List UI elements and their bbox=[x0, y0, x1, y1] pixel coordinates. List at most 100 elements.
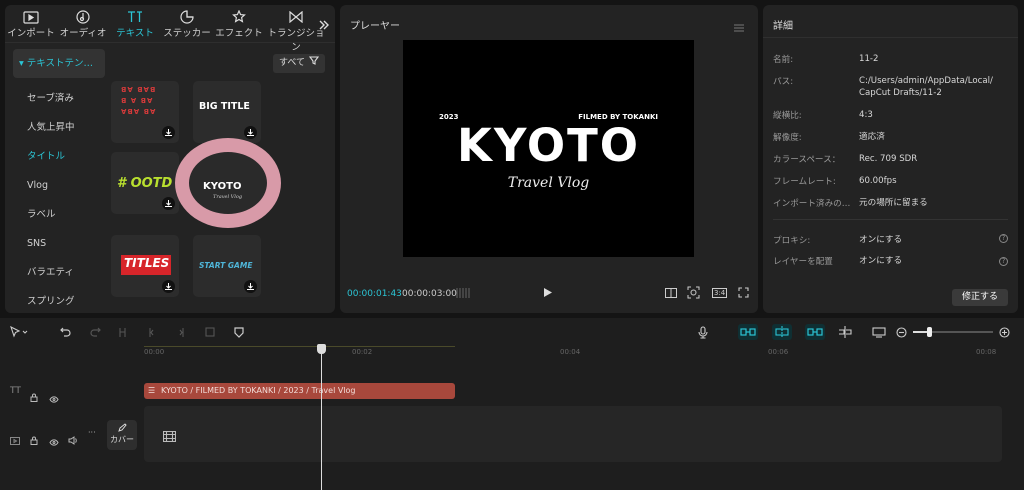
detail-row-layer: レイヤーを配置 オンにする bbox=[773, 255, 903, 267]
delete-icon bbox=[205, 324, 215, 340]
magnet-link-icon[interactable] bbox=[738, 324, 758, 340]
lock-icon[interactable] bbox=[30, 430, 38, 449]
download-icon[interactable] bbox=[162, 280, 175, 293]
play-icon[interactable] bbox=[543, 287, 553, 301]
sidebar-item-title[interactable]: タイトル bbox=[13, 142, 105, 171]
film-icon bbox=[162, 427, 177, 446]
auto-snap-icon[interactable] bbox=[772, 324, 792, 340]
player-title: プレーヤー bbox=[350, 21, 400, 32]
tab-transition[interactable]: トランジション bbox=[265, 5, 327, 53]
timeline-panel: 00:00 00:02 00:04 00:06 00:08 TT ☰ KYOTO… bbox=[0, 318, 1024, 490]
proxy-toggle[interactable]: オンにする bbox=[859, 234, 902, 246]
trim-left-icon bbox=[148, 324, 157, 340]
details-title: 詳細 bbox=[773, 21, 793, 32]
detail-row-name: 名前: 11-2 bbox=[773, 54, 879, 65]
total-time: 00:00:03:00 bbox=[402, 289, 457, 299]
time-ruler[interactable]: 00:00 00:02 00:04 00:06 00:08 bbox=[144, 346, 1014, 358]
link-clips-icon[interactable] bbox=[805, 324, 825, 340]
download-icon[interactable] bbox=[162, 126, 175, 139]
preview-canvas[interactable]: 2023 FILMED BY TOKANKI KYOTO Travel Vlog bbox=[403, 40, 694, 257]
filter-button[interactable]: すべて bbox=[272, 54, 325, 73]
tab-sticker[interactable]: ステッカー bbox=[161, 5, 213, 42]
detail-row-path: パス: C:/Users/admin/AppData/Local/ CapCut … bbox=[773, 76, 993, 98]
import-icon bbox=[5, 9, 57, 25]
split-icon bbox=[118, 324, 127, 340]
compare-icon[interactable] bbox=[665, 288, 677, 301]
sidebar-item-sns[interactable]: SNS bbox=[13, 229, 105, 258]
effect-icon bbox=[213, 9, 265, 25]
redo-icon bbox=[90, 324, 101, 340]
undo-icon[interactable] bbox=[60, 324, 71, 340]
eye-icon[interactable] bbox=[49, 388, 59, 407]
sidebar-item-variety[interactable]: バラエティ bbox=[13, 258, 105, 287]
download-icon[interactable] bbox=[162, 197, 175, 210]
fix-button[interactable]: 修正する bbox=[951, 289, 1008, 306]
detail-row-import: インポート済みの… 元の場所に留まる bbox=[773, 198, 928, 209]
video-track-icon bbox=[10, 430, 20, 449]
marker-icon[interactable] bbox=[234, 324, 244, 340]
sidebar-item-spring[interactable]: スプリング bbox=[13, 287, 105, 313]
timecode-format-icon[interactable] bbox=[456, 287, 472, 302]
asset-toolbar: インポート オーディオ テキスト ステッカー エフェクト トランジション bbox=[5, 5, 335, 53]
detail-row-colorspace: カラースペース： Rec. 709 SDR bbox=[773, 154, 918, 165]
chevron-double-right-icon[interactable] bbox=[319, 15, 329, 34]
zoom-fit-icon[interactable] bbox=[687, 286, 700, 302]
sticker-icon bbox=[161, 9, 213, 25]
text-icon bbox=[109, 9, 161, 25]
volume-icon[interactable] bbox=[68, 430, 78, 449]
layer-toggle[interactable]: オンにする bbox=[859, 255, 902, 267]
fullscreen-icon[interactable] bbox=[738, 287, 749, 301]
detail-row-resolution: 解像度: 適応済 bbox=[773, 132, 885, 143]
tab-audio[interactable]: オーディオ bbox=[57, 5, 109, 42]
template-tile-titles[interactable]: TITLES bbox=[111, 235, 179, 297]
sidebar-item-vlog[interactable]: Vlog bbox=[13, 171, 105, 200]
tab-text[interactable]: テキスト bbox=[109, 5, 161, 42]
text-clip[interactable]: ☰ KYOTO / FILMED BY TOKANKI / 2023 / Tra… bbox=[144, 383, 455, 399]
template-tile-kyoto[interactable]: KYOTO Travel Vlog bbox=[175, 138, 281, 228]
text-track-icon: TT bbox=[10, 386, 21, 396]
zoom-in-icon[interactable] bbox=[999, 324, 1010, 340]
zoom-out-icon[interactable] bbox=[896, 324, 907, 340]
trim-right-icon bbox=[176, 324, 185, 340]
sidebar-item-saved[interactable]: セーブ済み bbox=[13, 84, 105, 113]
select-cursor-icon[interactable] bbox=[10, 324, 28, 340]
media-panel: インポート オーディオ テキスト ステッカー エフェクト トランジション ▾ テ… bbox=[5, 5, 335, 313]
template-tile-big-title[interactable]: BIG TITLE bbox=[193, 81, 261, 143]
tab-import[interactable]: インポート bbox=[5, 5, 57, 42]
preview-axis-icon[interactable] bbox=[838, 324, 852, 340]
template-tile-start-game[interactable]: START GAME bbox=[193, 235, 261, 297]
help-icon[interactable]: ? bbox=[999, 257, 1008, 266]
download-icon[interactable] bbox=[244, 126, 257, 139]
tab-effect[interactable]: エフェクト bbox=[213, 5, 265, 42]
current-time: 00:00:01:43 bbox=[347, 289, 402, 299]
main-track[interactable] bbox=[144, 406, 1002, 462]
details-panel: 詳細 名前: 11-2 パス: C:/Users/admin/AppData/Loc… bbox=[763, 5, 1018, 313]
detail-row-proxy: プロキシ: オンにする bbox=[773, 234, 903, 246]
sidebar-item-trending[interactable]: 人気上昇中 bbox=[13, 113, 105, 142]
zoom-slider-handle[interactable] bbox=[927, 327, 932, 337]
microphone-icon[interactable] bbox=[698, 324, 708, 340]
help-icon[interactable]: ? bbox=[999, 234, 1008, 243]
download-icon[interactable] bbox=[244, 280, 257, 293]
playhead[interactable] bbox=[321, 346, 322, 490]
template-tile-red-script[interactable]: ꓭꓯ ꓭꓯꓭ ꓭ ꓯ ꓭꓯ ꓯꓭꓯ ꓭꓯ bbox=[111, 81, 179, 143]
sidebar-item-label[interactable]: ラベル bbox=[13, 200, 105, 229]
zoom-slider[interactable] bbox=[913, 324, 993, 340]
more-icon[interactable]: ··· bbox=[88, 428, 96, 437]
audio-icon bbox=[57, 9, 109, 25]
lock-icon[interactable] bbox=[30, 387, 38, 406]
sidebar-item-text-template[interactable]: ▾ テキストテン… bbox=[13, 49, 105, 78]
detail-row-aspect: 縦横比: 4:3 bbox=[773, 110, 873, 121]
template-tile-ootd[interactable]: # OOTD bbox=[111, 152, 179, 214]
screenshot-icon[interactable] bbox=[872, 324, 886, 340]
menu-icon[interactable] bbox=[734, 17, 744, 36]
edit-icon bbox=[107, 423, 137, 434]
filter-icon bbox=[308, 54, 320, 73]
transition-icon bbox=[265, 9, 327, 25]
eye-icon[interactable] bbox=[49, 431, 59, 450]
text-category-list: ▾ テキストテン… セーブ済み 人気上昇中 タイトル Vlog ラベル SNS … bbox=[13, 49, 105, 313]
cover-button[interactable]: カバー bbox=[107, 420, 137, 450]
playhead-handle[interactable] bbox=[317, 344, 326, 354]
aspect-ratio-button[interactable]: 3:4 bbox=[712, 288, 728, 298]
player-panel: プレーヤー 2023 FILMED BY TOKANKI KYOTO Trave… bbox=[340, 5, 758, 313]
